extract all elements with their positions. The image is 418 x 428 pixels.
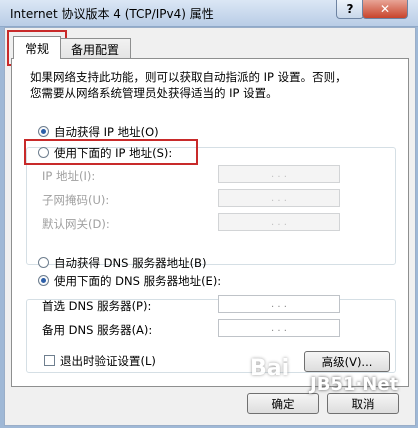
tab-general[interactable]: 常规 [13,36,61,59]
subnet-mask-dots: . . . [271,192,287,204]
auto-ip-label: 自动获得 IP 地址(O) [54,125,159,139]
description-line-2: 您需要从网络系统管理员处获得适当的 IP 设置。 [30,86,278,100]
preferred-dns-input[interactable]: . . . [218,295,340,313]
manual-dns-radio[interactable] [38,275,49,286]
default-gateway-dots: . . . [271,216,287,228]
tab-alternate-config[interactable]: 备用配置 [59,38,131,59]
subnet-mask-input[interactable]: . . . [218,189,340,207]
ip-address-input[interactable]: . . . [218,165,340,183]
ok-button[interactable]: 确定 [247,393,319,414]
auto-dns-label: 自动获得 DNS 服务器地址(B) [54,256,207,270]
alternate-dns-label: 备用 DNS 服务器(A): [42,323,153,337]
cancel-button[interactable]: 取消 [327,393,399,414]
jb51-watermark: JB51·Net [310,374,399,395]
manual-dns-label: 使用下面的 DNS 服务器地址(E): [54,274,222,288]
preferred-dns-label: 首选 DNS 服务器(P): [42,299,152,313]
highlight-manual-ip [24,139,198,165]
auto-dns-radio[interactable] [38,257,49,268]
title-bar: Internet 协议版本 4 (TCP/IPv4) 属性 ? ✕ [0,0,418,27]
alternate-dns-input[interactable]: . . . [218,319,340,337]
default-gateway-label: 默认网关(D): [42,217,110,231]
alternate-dns-dots: . . . [271,322,287,334]
subnet-mask-label: 子网掩码(U): [42,193,110,207]
dialog-body: 常规 备用配置 如果网络支持此功能，则可以获取自动指派的 IP 设置。否则， 您… [4,27,416,426]
close-button[interactable]: ✕ [362,0,408,19]
auto-ip-radio[interactable] [38,126,49,137]
help-button[interactable]: ? [336,0,364,19]
validate-settings-label: 退出时验证设置(L) [60,354,156,368]
preferred-dns-dots: . . . [271,298,287,310]
description-line-1: 如果网络支持此功能，则可以获取自动指派的 IP 设置。否则， [30,70,347,84]
advanced-button[interactable]: 高级(V)... [304,351,390,372]
validate-settings-checkbox[interactable] [44,355,55,366]
general-panel: 如果网络支持此功能，则可以获取自动指派的 IP 设置。否则， 您需要从网络系统管… [11,58,409,387]
window-title: Internet 协议版本 4 (TCP/IPv4) 属性 [10,7,214,21]
baidu-watermark: Bai [250,356,290,381]
ip-address-dots: . . . [271,168,287,180]
ip-address-label: IP 地址(I): [42,169,96,183]
default-gateway-input[interactable]: . . . [218,213,340,231]
